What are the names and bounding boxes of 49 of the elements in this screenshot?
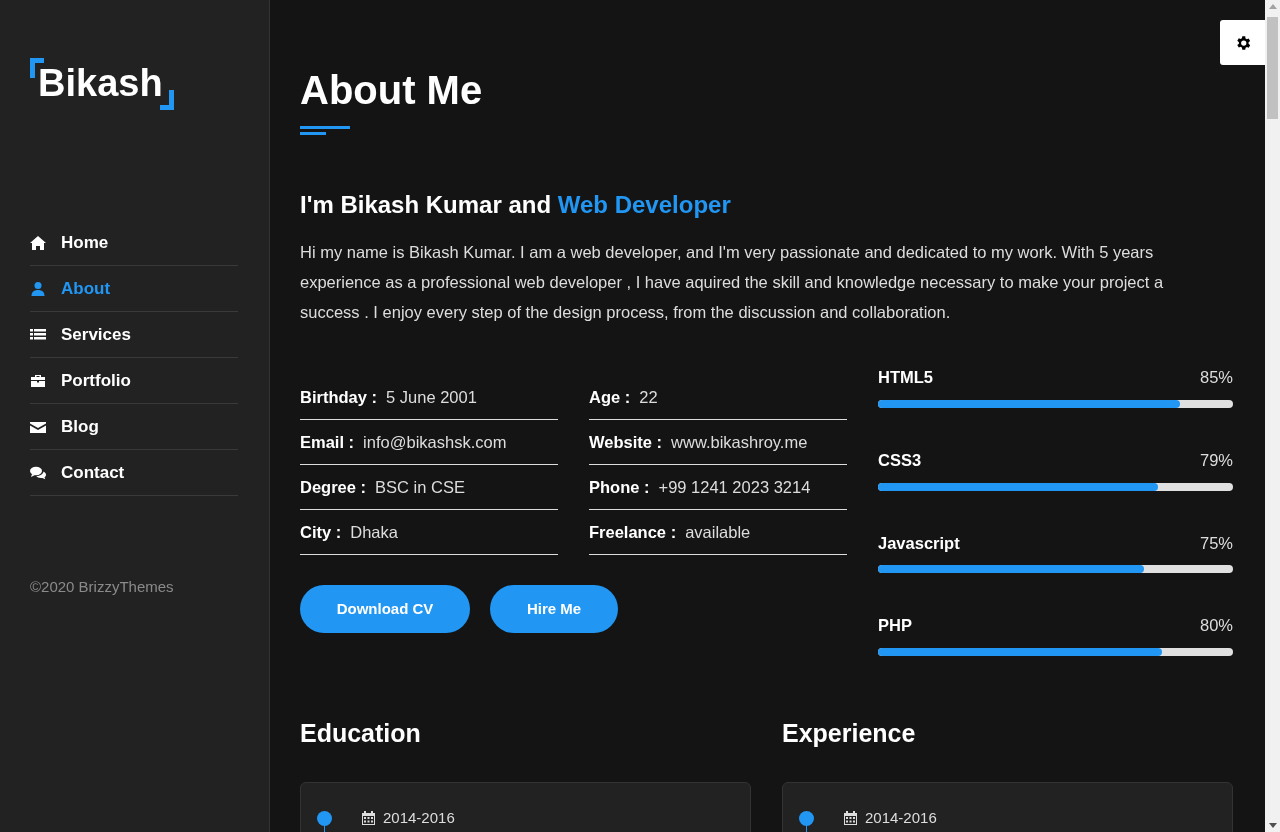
- briefcase-icon: [30, 372, 46, 389]
- info-value: BSC in CSE: [375, 476, 465, 498]
- info-value: 5 June 2001: [386, 386, 477, 408]
- home-icon: [30, 234, 46, 251]
- skill-name: CSS3: [878, 449, 922, 471]
- timeline-date: 2014-2016: [865, 808, 937, 828]
- info-value: available: [685, 521, 751, 543]
- skill-percent: 75%: [1199, 532, 1233, 554]
- skill-percent: 79%: [1199, 449, 1233, 471]
- scrollbar[interactable]: [1265, 0, 1280, 832]
- bio-paragraph: Hi my name is Bikash Kumar. I am a web developer, and I'm very passionate and dedicated to my work. With 5 years experience as a professional web developer , I have aquired the skill and knowledge necessary to make your project a success . I enjoy every step of the design process, from the discussion and collaboration.: [300, 242, 1165, 323]
- nav-link[interactable]: Contact: [30, 450, 238, 496]
- nav-link[interactable]: About: [30, 266, 238, 312]
- info-label: Freelance :: [589, 521, 677, 543]
- user-icon: [30, 280, 46, 297]
- nav-link[interactable]: Services: [30, 312, 238, 358]
- info-label: Age :: [589, 386, 631, 408]
- info-label: Phone :: [589, 476, 650, 498]
- nav-link[interactable]: Portfolio: [30, 358, 238, 404]
- skill-name: PHP: [878, 615, 912, 637]
- skill-percent: 80%: [1199, 615, 1233, 637]
- nav-link[interactable]: Home: [30, 220, 238, 266]
- info-label: Website :: [589, 431, 663, 453]
- info-label: Degree :: [300, 476, 367, 498]
- nav-link[interactable]: Blog: [30, 404, 238, 450]
- list-icon: [30, 326, 46, 343]
- page-title: About Me: [300, 68, 483, 112]
- calendar-icon: [362, 811, 375, 826]
- comments-icon: [30, 464, 46, 481]
- headline: I'm Bikash Kumar and Web Developer: [300, 190, 731, 220]
- calendar-icon: [844, 811, 857, 826]
- info-value: info@bikashsk.com: [363, 431, 507, 453]
- section-title: Education: [300, 718, 421, 748]
- info-value: www.bikashroy.me: [671, 431, 808, 453]
- skill-percent: 85%: [1199, 367, 1233, 388]
- skill-name: Javascript: [878, 532, 960, 554]
- timeline-date: 2014-2016: [383, 808, 455, 828]
- info-label: Email :: [300, 431, 355, 453]
- copyright-text: ©2020 BrizzyThemes: [30, 577, 175, 597]
- section-title: Experience: [782, 718, 916, 748]
- info-value: Dhaka: [350, 521, 398, 543]
- info-label: Birthday :: [300, 386, 377, 408]
- info-value: 22: [639, 386, 658, 408]
- settings-button[interactable]: [1220, 20, 1265, 65]
- info-value: +99 1241 2023 3214: [658, 476, 811, 498]
- title-underline: [300, 126, 350, 135]
- info-label: City :: [300, 521, 342, 543]
- logo[interactable]: Bikash: [30, 56, 174, 110]
- skill-name: HTML5: [878, 367, 933, 388]
